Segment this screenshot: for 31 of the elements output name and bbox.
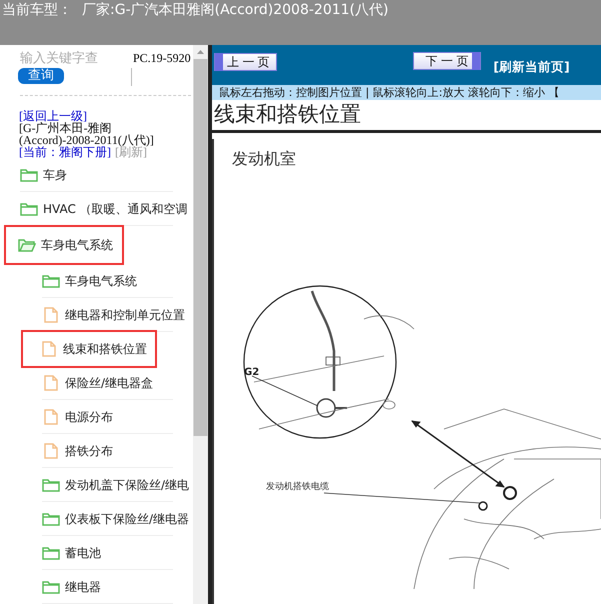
search-field[interactable]: 输入关键字查: [18, 49, 132, 68]
folder-icon: [20, 201, 38, 217]
current-volume-link[interactable]: [当前：雅阁下册]: [19, 146, 111, 158]
usage-hint: 鼠标左右拖动：控制图片位置 | 鼠标滚轮向上:放大 滚轮向下：缩小 【: [212, 85, 601, 100]
tree-item[interactable]: 线束和搭铁位置: [23, 332, 155, 366]
folder-icon: [42, 579, 60, 595]
model-path: [G-广州本田-雅阁(Accord)-2008-2011(八代)]: [19, 122, 155, 146]
open-folder-icon: [18, 237, 36, 253]
section-heading: 发动机室: [232, 149, 296, 170]
document-icon: [42, 443, 60, 459]
folder-icon: [42, 273, 60, 289]
search-button[interactable]: 查询: [18, 68, 64, 84]
part-number: PC.19-5920: [132, 50, 191, 67]
folder-icon: [42, 545, 60, 561]
model-name: 厂家:G-广汽本田雅阁(Accord)2008-2011(八代): [82, 1, 388, 19]
folder-icon: [42, 511, 60, 527]
folder-icon: [42, 477, 60, 493]
document-icon: [42, 409, 60, 425]
page-title: 线束和搭铁位置: [212, 100, 601, 133]
previous-page-button[interactable]: 上 一 页: [214, 53, 277, 71]
document-icon: [40, 341, 58, 357]
callout-label: 发动机搭铁电缆: [266, 482, 329, 492]
callout-label: G2: [244, 367, 260, 378]
document-icon: [42, 307, 60, 323]
next-page-button[interactable]: 下 一 页: [412, 52, 482, 70]
folder-icon: [20, 167, 38, 183]
back-link[interactable]: [返回上一级]: [19, 110, 87, 122]
refresh-page-link[interactable]: [刷新当前页]: [493, 59, 570, 76]
tree-item[interactable]: 车身电气系统: [6, 227, 122, 263]
model-label: 当前车型：: [2, 1, 72, 19]
document-icon: [42, 375, 60, 391]
